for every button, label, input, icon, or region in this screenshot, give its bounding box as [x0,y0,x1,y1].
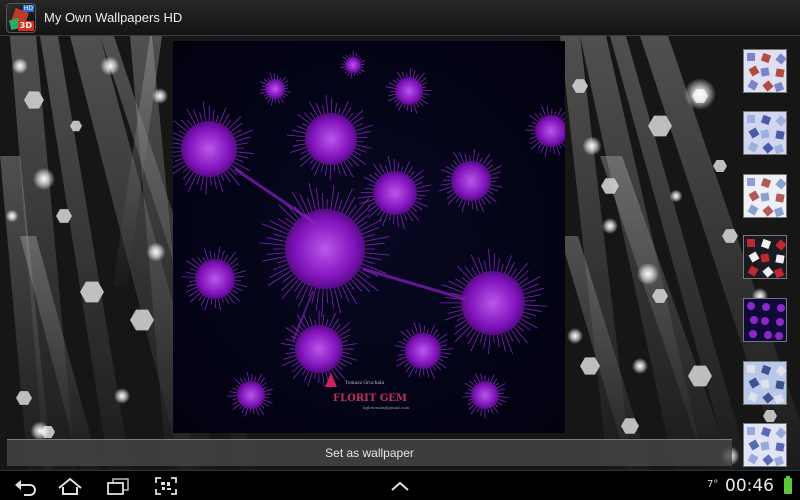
main-area: Tomasz Gruchala FLORIT GEM lightweatx@gm… [0,36,800,470]
thumbnail-3[interactable] [743,174,787,218]
thumbnail-1[interactable] [743,49,787,93]
thumbnail-6[interactable] [743,361,787,405]
system-nav-bar: 7° 00:46 [0,470,800,500]
wallpaper-preview[interactable]: Tomasz Gruchala FLORIT GEM lightweatx@gm… [173,41,565,433]
credit-email: lightweatx@gmail.com [363,405,410,410]
chevron-up-icon[interactable] [386,476,414,496]
app-icon: HD 3D [6,2,36,33]
recent-apps-icon[interactable] [104,476,132,496]
battery-icon [784,476,792,494]
app-icon-hd-badge: HD [22,4,34,12]
status-clock: 00:46 [725,476,774,496]
back-icon[interactable] [12,476,40,496]
wallpaper-thumbnail [744,50,786,92]
wallpaper-thumbnail [744,112,786,154]
credit-logo-text: FLORIT GEM [333,393,407,404]
wallpaper-thumbnail [744,175,786,217]
preview-image: Tomasz Gruchala FLORIT GEM lightweatx@gm… [173,41,565,433]
wallpaper-thumbnail [744,236,786,278]
action-bar: HD 3D My Own Wallpapers HD [0,0,800,36]
wallpaper-thumbnail [744,424,786,466]
credit-author: Tomasz Gruchala [345,380,385,386]
app-title: My Own Wallpapers HD [44,10,183,25]
app-icon-3d-badge: 3D [17,20,34,31]
screenshot-icon[interactable] [152,476,180,496]
wallpaper-thumbnail [744,362,786,404]
thumbnail-2[interactable] [743,111,787,155]
weather-temperature: 7° [707,479,719,490]
thumbnail-7[interactable] [743,423,787,467]
wallpaper-thumbnail [744,299,786,341]
home-icon[interactable] [56,476,84,496]
thumbnail-4[interactable] [743,235,787,279]
set-as-wallpaper-button[interactable]: Set as wallpaper [7,439,732,466]
thumbnail-5[interactable] [743,298,787,342]
